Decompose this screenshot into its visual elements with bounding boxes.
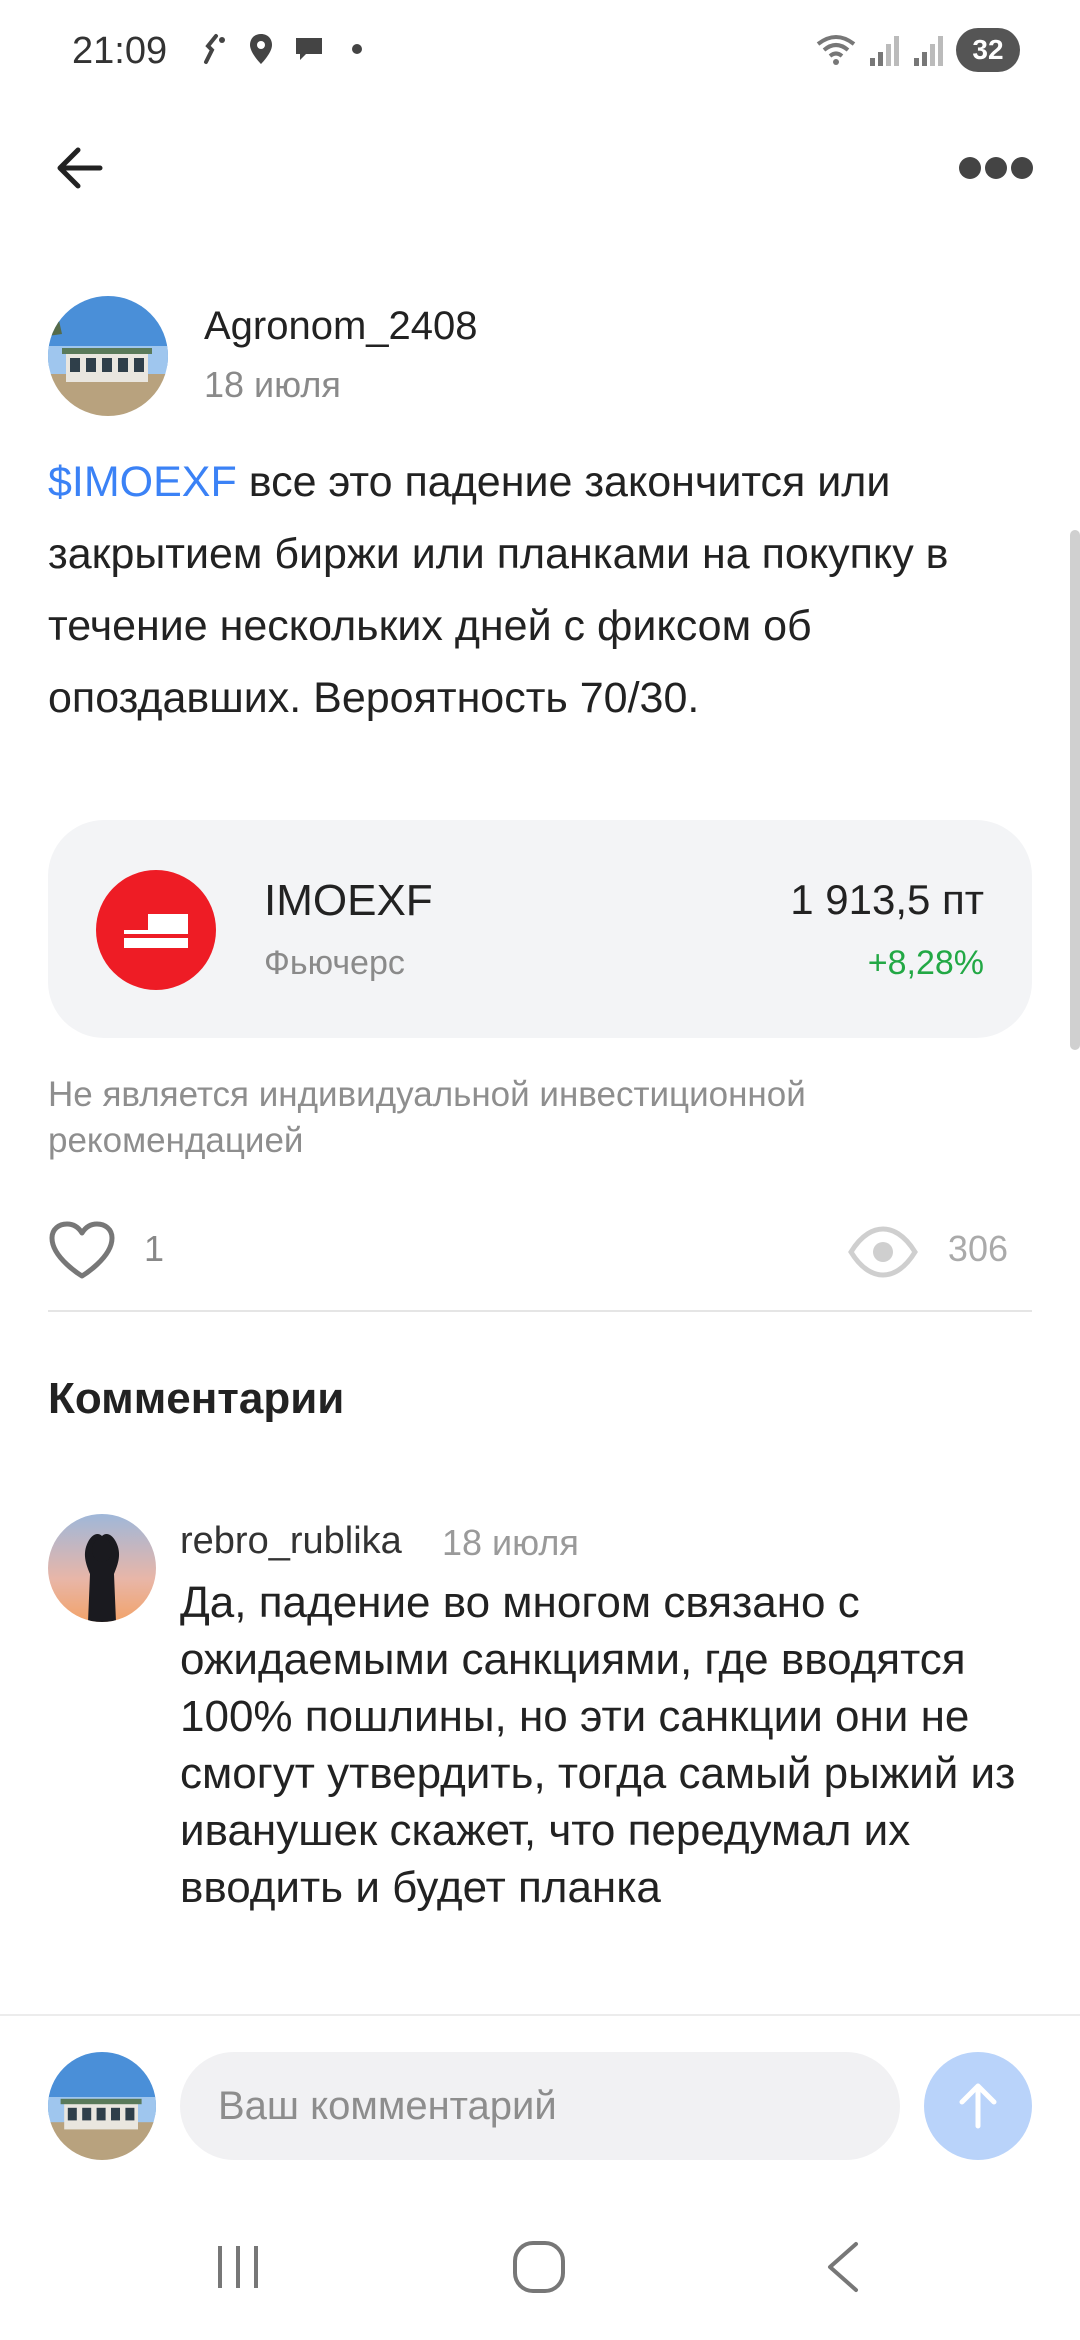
back-nav-icon[interactable] [820, 2238, 864, 2296]
battery-icon: 32 [956, 28, 1020, 72]
system-navigation-bar [0, 2194, 1080, 2340]
comments-title: Комментарии [48, 1374, 345, 1423]
instrument-name: IMOEXF [264, 876, 433, 925]
view-count: 306 [947, 1228, 1008, 1269]
signal-icon [870, 36, 899, 66]
post-text: $IMOEXF все это падение закончится или з… [48, 446, 1038, 734]
instrument-price: 1 913,5 пт [790, 876, 984, 923]
like-count: 1 [144, 1228, 165, 1269]
arrow-left-icon[interactable] [48, 136, 112, 200]
recent-apps-icon[interactable] [212, 2242, 264, 2292]
comment-compose-bar [0, 2014, 1080, 2194]
status-time: 21:09 [72, 30, 168, 72]
instrument-change: +8,28% [867, 944, 984, 982]
status-icons-right: 32 [814, 28, 1020, 72]
app-bar [0, 120, 1080, 210]
avatar[interactable] [48, 1514, 156, 1622]
post-date: 18 июля [204, 364, 341, 405]
status-bar: 21:09 32 [0, 0, 1080, 104]
avatar[interactable] [48, 296, 168, 416]
avatar [48, 2052, 156, 2160]
eye-icon [848, 1226, 918, 1278]
send-button[interactable] [924, 2052, 1032, 2160]
heart-icon[interactable] [48, 1220, 116, 1282]
phone-vibration-icon [204, 34, 225, 64]
ticker-link[interactable]: $IMOEXF [48, 458, 237, 506]
divider [48, 1310, 1032, 1312]
location-icon [250, 34, 272, 64]
comment-author[interactable]: rebro_rublika [180, 1520, 402, 1563]
home-icon[interactable] [510, 2238, 568, 2296]
more-dots-icon[interactable] [956, 146, 1036, 190]
reactions-row: 1 306 [48, 1214, 1032, 1290]
arrow-up-icon [959, 2083, 997, 2129]
wifi-icon [816, 35, 856, 65]
dot-icon [352, 44, 362, 54]
status-icons-left [196, 32, 374, 66]
instrument-card[interactable]: IMOEXF Фьючерс 1 913,5 пт +8,28% [48, 820, 1032, 1038]
chat-icon [296, 38, 322, 60]
scrollbar[interactable] [1070, 530, 1080, 1050]
post-author-row[interactable]: Agronom_2408 18 июля [48, 296, 1032, 416]
comment-text: Да, падение во многом связано с ожидаемы… [180, 1578, 1016, 1912]
comment-date: 18 июля [442, 1522, 579, 1563]
moex-logo-icon [96, 870, 216, 990]
disclaimer: Не является индивидуальной инвестиционно… [48, 1075, 806, 1160]
post-author-name[interactable]: Agronom_2408 [204, 304, 478, 349]
instrument-type: Фьючерс [264, 944, 405, 982]
signal-icon [914, 36, 943, 66]
comment-input[interactable] [180, 2052, 900, 2160]
